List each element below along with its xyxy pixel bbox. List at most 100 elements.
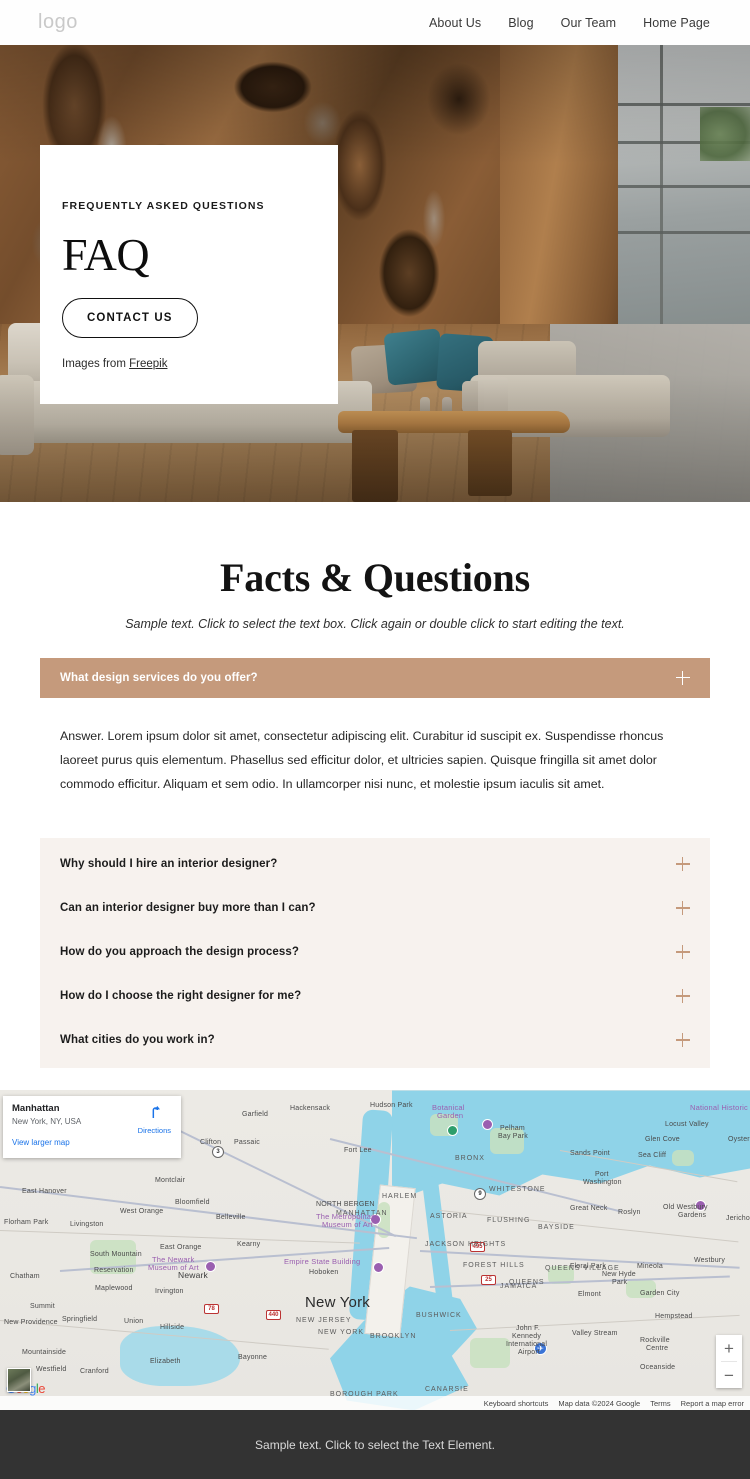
map-label: Reservation (94, 1267, 134, 1275)
map-label: Florham Park (4, 1219, 49, 1227)
map-label: Pelham (500, 1125, 525, 1133)
map-label: Oceanside (640, 1364, 676, 1372)
map-route-shield: 440 (266, 1310, 281, 1321)
site-footer: Sample text. Click to select the Text El… (0, 1410, 750, 1479)
accordion-collapsed-list: Why should I hire an interior designer? … (40, 838, 710, 1069)
site-header: logo About Us Blog Our Team Home Page (0, 0, 750, 45)
map-label: New York (305, 1294, 370, 1312)
nav-item-home-page[interactable]: Home Page (643, 16, 710, 30)
map-label: HARLEM (382, 1193, 418, 1201)
accordion-question: Why should I hire an interior designer? (60, 858, 278, 871)
map-label: South Mountain (90, 1251, 142, 1259)
map-label: Hempstead (655, 1313, 693, 1321)
map-park (672, 1150, 694, 1167)
keyboard-shortcuts-link[interactable]: Keyboard shortcuts (484, 1399, 549, 1408)
accordion-header-active[interactable]: What design services do you offer? (40, 658, 710, 698)
image-credit-prefix: Images from (62, 358, 130, 370)
terms-link[interactable]: Terms (650, 1399, 670, 1408)
plus-icon[interactable] (676, 857, 690, 872)
map-label: Bloomfield (175, 1199, 210, 1207)
sofa-arm (0, 375, 34, 455)
map-label: East Hanover (22, 1188, 67, 1196)
map-label: Great Neck (570, 1205, 608, 1213)
map-label: International (506, 1341, 548, 1349)
map-label: Oyster (728, 1136, 750, 1144)
accordion-row[interactable]: Can an interior designer buy more than I… (40, 886, 710, 930)
map-label: Maplewood (95, 1285, 133, 1293)
accordion-open-item: What design services do you offer? Answe… (40, 658, 710, 796)
map-label: FLUSHING (487, 1217, 531, 1225)
map-label: WHITESTONE (489, 1186, 546, 1194)
map-route-shield: 78 (204, 1304, 219, 1315)
map-label: Elizabeth (150, 1358, 181, 1366)
footer-text[interactable]: Sample text. Click to select the Text El… (255, 1438, 495, 1452)
faq-heading: FAQ (62, 229, 150, 280)
map-label: NEW JERSEY (296, 1317, 352, 1325)
freepik-link[interactable]: Freepik (129, 358, 167, 370)
accordion-row[interactable]: How do I choose the right designer for m… (40, 974, 710, 1018)
map-label: Kearny (237, 1241, 261, 1249)
accordion-question: How do you approach the design process? (60, 946, 300, 959)
zoom-out-button[interactable]: − (716, 1362, 742, 1388)
accordion-question-active: What design services do you offer? (60, 672, 258, 684)
map-label: Fort Lee (344, 1147, 372, 1155)
map-park (470, 1338, 510, 1369)
map-label: Belleville (216, 1214, 246, 1222)
google-map-embed[interactable]: ✈ 46 3 9 78 440 25 495 Manhattan New Yor… (0, 1090, 750, 1411)
section-subtitle: Sample text. Click to select the text bo… (125, 617, 625, 631)
map-label: Chatham (10, 1273, 40, 1281)
nav-item-about-us[interactable]: About Us (429, 16, 481, 30)
map-label: BRONX (455, 1155, 485, 1163)
map-label: FOREST HILLS (463, 1262, 525, 1270)
plus-icon[interactable] (676, 1033, 690, 1048)
map-label: Bayonne (238, 1354, 268, 1362)
map-label: BUSHWICK (416, 1312, 462, 1320)
map-label: Westbury (694, 1257, 726, 1265)
accordion-row[interactable]: What cities do you work in? (40, 1018, 710, 1062)
map-label: ASTORIA (430, 1213, 468, 1221)
faq-eyebrow: FREQUENTLY ASKED QUESTIONS (62, 200, 265, 212)
plus-icon[interactable] (676, 671, 690, 685)
window-bar (618, 185, 750, 188)
hero-section: FREQUENTLY ASKED QUESTIONS FAQ CONTACT U… (0, 45, 750, 502)
directions-button[interactable]: Directions (138, 1104, 171, 1135)
accordion-row[interactable]: Why should I hire an interior designer? (40, 842, 710, 886)
map-label: Montclair (155, 1177, 186, 1185)
section-title: Facts & Questions (220, 555, 530, 600)
plus-icon[interactable] (676, 945, 690, 960)
map-label: Museum of Art (322, 1220, 373, 1230)
nav-item-our-team[interactable]: Our Team (561, 16, 616, 30)
view-larger-map-link[interactable]: View larger map (12, 1138, 70, 1147)
map-data-credit: Map data ©2024 Google (558, 1398, 641, 1408)
map-label: JACKSON HEIGHTS (425, 1241, 507, 1249)
decor-jar (478, 377, 508, 415)
map-label: Empire State Building (284, 1257, 361, 1267)
map-label: Garden (437, 1111, 464, 1121)
nav-item-blog[interactable]: Blog (508, 16, 533, 30)
site-logo[interactable]: logo (38, 11, 78, 34)
plus-icon[interactable] (676, 989, 690, 1004)
image-credit: Images from Freepik (62, 358, 298, 370)
map-label: Gardens (678, 1212, 707, 1220)
zoom-in-button[interactable]: + (716, 1335, 742, 1361)
map-label: Westfield (36, 1366, 67, 1374)
accordion-row[interactable]: How do you approach the design process? (40, 930, 710, 974)
map-label: CANARSIE (425, 1386, 469, 1394)
contact-us-button[interactable]: CONTACT US (62, 298, 198, 338)
map-label: Sea Cliff (638, 1152, 667, 1160)
map-label: Mountainside (22, 1349, 67, 1357)
window-bar (618, 103, 750, 106)
map-label: Glen Cove (645, 1136, 680, 1144)
report-map-error-link[interactable]: Report a map error (681, 1399, 744, 1408)
directions-label: Directions (137, 1126, 171, 1136)
map-label: Hudson Park (370, 1102, 413, 1110)
map-label: Cranford (80, 1368, 109, 1376)
map-label: Washington (583, 1179, 622, 1187)
map-label: Rockville (640, 1337, 670, 1345)
map-label: Kennedy (512, 1333, 542, 1341)
map-info-card: Manhattan New York, NY, USA View larger … (3, 1096, 181, 1159)
plus-icon[interactable] (676, 901, 690, 916)
map-label: Port (595, 1171, 609, 1179)
map-label: Valley Stream (572, 1330, 618, 1338)
accordion-question: Can an interior designer buy more than I… (60, 902, 316, 915)
